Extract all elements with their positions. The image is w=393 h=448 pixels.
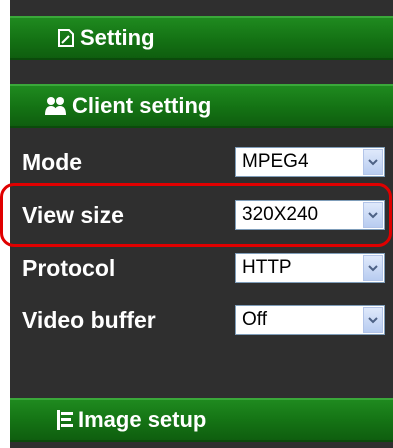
protocol-row: Protocol HTTP <box>10 249 393 287</box>
document-edit-icon <box>56 28 76 48</box>
image-setup-label: Image setup <box>78 407 207 432</box>
chevron-down-icon[interactable] <box>363 202 383 228</box>
video-buffer-select[interactable]: Off <box>235 305 385 335</box>
setting-menu-button[interactable]: Setting <box>10 16 393 60</box>
protocol-label: Protocol <box>22 254 116 281</box>
mode-label: Mode <box>22 148 83 175</box>
video-buffer-row: Video buffer Off <box>10 301 393 339</box>
protocol-select[interactable]: HTTP <box>235 253 385 283</box>
image-setup-menu-button[interactable]: Image setup <box>10 398 393 442</box>
client-setting-label: Client setting <box>72 93 212 118</box>
view-size-row: View size 320X240 <box>10 196 393 234</box>
view-size-select[interactable]: 320X240 <box>235 200 385 230</box>
client-setting-menu-button[interactable]: Client setting <box>10 84 393 128</box>
settings-panel: Setting Client setting Mode MPEG4 View s… <box>10 0 393 448</box>
video-buffer-value: Off <box>242 309 267 330</box>
protocol-value: HTTP <box>242 257 292 278</box>
chevron-down-icon[interactable] <box>363 149 383 175</box>
chevron-down-icon[interactable] <box>363 307 383 333</box>
mode-value: MPEG4 <box>242 151 309 172</box>
view-size-value: 320X240 <box>242 204 319 225</box>
mode-select[interactable]: MPEG4 <box>235 147 385 177</box>
setting-label: Setting <box>80 25 155 50</box>
chevron-down-icon[interactable] <box>363 255 383 281</box>
view-size-label: View size <box>22 201 124 228</box>
users-icon <box>44 96 68 116</box>
image-setup-icon <box>56 409 74 431</box>
video-buffer-label: Video buffer <box>22 306 156 333</box>
mode-row: Mode MPEG4 <box>10 143 393 181</box>
